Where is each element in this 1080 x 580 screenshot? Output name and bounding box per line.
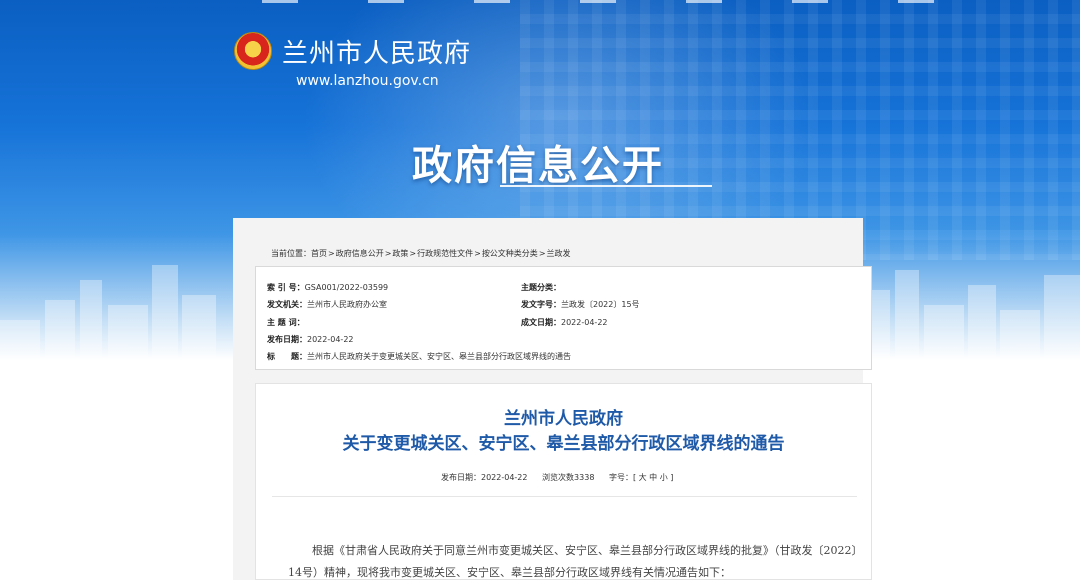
top-nav-item[interactable] <box>368 0 404 3</box>
breadcrumb-separator: > <box>328 249 335 258</box>
breadcrumb-item-lanzhengfa[interactable]: 兰政发 <box>547 248 571 259</box>
meta-published-label: 发布日期： <box>267 335 307 344</box>
breadcrumb-separator: > <box>384 249 392 258</box>
top-nav-item[interactable] <box>474 0 510 3</box>
meta-index: 索 引 号：GSA001/2022-03599 <box>267 282 388 293</box>
meta-title-label: 标 题： <box>267 352 307 361</box>
meta-created: 成文日期：2022-04-22 <box>521 317 608 328</box>
top-navigation <box>0 0 1080 6</box>
breadcrumb: 当前位置： 首页 > 政府信息公开 > 政策 > 行政规范性文件 > 按公文种类… <box>271 248 571 259</box>
breadcrumb-item-home[interactable]: 首页 <box>311 248 327 259</box>
breadcrumb-item-by-doc-type[interactable]: 按公文种类分类 <box>482 248 538 259</box>
article-title-issuer: 兰州市人民政府 <box>504 409 623 429</box>
site-name: 兰州市人民政府 <box>282 38 472 69</box>
document-metadata-table: 索 引 号：GSA001/2022-03599 主题分类： 发文机关：兰州市人民… <box>255 266 872 370</box>
breadcrumb-separator: > <box>538 249 546 258</box>
banner-title-underline <box>500 185 712 187</box>
site-url: www.lanzhou.gov.cn <box>296 73 439 89</box>
breadcrumb-separator: > <box>474 249 481 258</box>
banner-title: 政府信息公开 <box>412 143 664 189</box>
meta-topic-label: 主题分类： <box>521 283 561 292</box>
article-publish-date: 发布日期：2022-04-22 <box>441 473 528 482</box>
article-divider <box>272 496 857 497</box>
article-paragraph: 根据《甘肃省人民政府关于同意兰州市变更城关区、安宁区、皋兰县部分行政区域界线的批… <box>288 544 857 579</box>
breadcrumb-label: 当前位置： <box>271 249 311 258</box>
meta-docno: 发文字号：兰政发〔2022〕15号 <box>521 299 640 310</box>
meta-index-label: 索 引 号： <box>267 283 305 292</box>
meta-topic: 主题分类： <box>521 282 561 293</box>
meta-issuer-value: 兰州市人民政府办公室 <box>307 300 387 309</box>
top-nav-item[interactable] <box>792 0 828 3</box>
meta-title: 标 题：兰州市人民政府关于变更城关区、安宁区、皋兰县部分行政区域界线的通告 <box>267 351 571 362</box>
meta-issuer-label: 发文机关： <box>267 300 307 309</box>
site-logo[interactable]: 兰州市人民政府 <box>234 32 471 70</box>
meta-keyword-label: 主 题 词： <box>267 318 305 327</box>
meta-created-label: 成文日期： <box>521 318 561 327</box>
article-body: 兰州市人民政府 关于变更城关区、安宁区、皋兰县部分行政区域界线的通告 发布日期：… <box>255 383 872 580</box>
meta-issuer: 发文机关：兰州市人民政府办公室 <box>267 299 387 310</box>
top-nav-item[interactable] <box>262 0 298 3</box>
breadcrumb-separator: > <box>409 249 417 258</box>
top-nav-item[interactable] <box>686 0 722 3</box>
meta-published: 发布日期：2022-04-22 <box>267 334 354 345</box>
meta-published-value: 2022-04-22 <box>307 335 354 344</box>
meta-keyword: 主 题 词： <box>267 317 305 328</box>
breadcrumb-item-info-disclosure[interactable]: 政府信息公开 <box>336 248 384 259</box>
font-size-selector[interactable]: 字号：[ 大 中 小 ] <box>609 473 673 482</box>
national-emblem-icon <box>234 32 272 70</box>
content-panel: 当前位置： 首页 > 政府信息公开 > 政策 > 行政规范性文件 > 按公文种类… <box>233 218 872 580</box>
breadcrumb-item-policy[interactable]: 政策 <box>392 248 408 259</box>
article-views: 浏览次数3338 <box>542 473 595 482</box>
article-title-main: 关于变更城关区、安宁区、皋兰县部分行政区域界线的通告 <box>342 434 785 454</box>
meta-title-value: 兰州市人民政府关于变更城关区、安宁区、皋兰县部分行政区域界线的通告 <box>307 352 571 361</box>
article-meta: 发布日期：2022-04-22 浏览次数3338 字号：[ 大 中 小 ] <box>441 472 685 483</box>
meta-index-value: GSA001/2022-03599 <box>304 283 389 292</box>
meta-docno-label: 发文字号： <box>521 300 561 309</box>
top-nav-item[interactable] <box>898 0 934 3</box>
meta-created-value: 2022-04-22 <box>561 318 608 327</box>
breadcrumb-item-normative-documents[interactable]: 行政规范性文件 <box>417 248 473 259</box>
meta-docno-value: 兰政发〔2022〕15号 <box>561 300 640 309</box>
top-nav-item[interactable] <box>580 0 616 3</box>
